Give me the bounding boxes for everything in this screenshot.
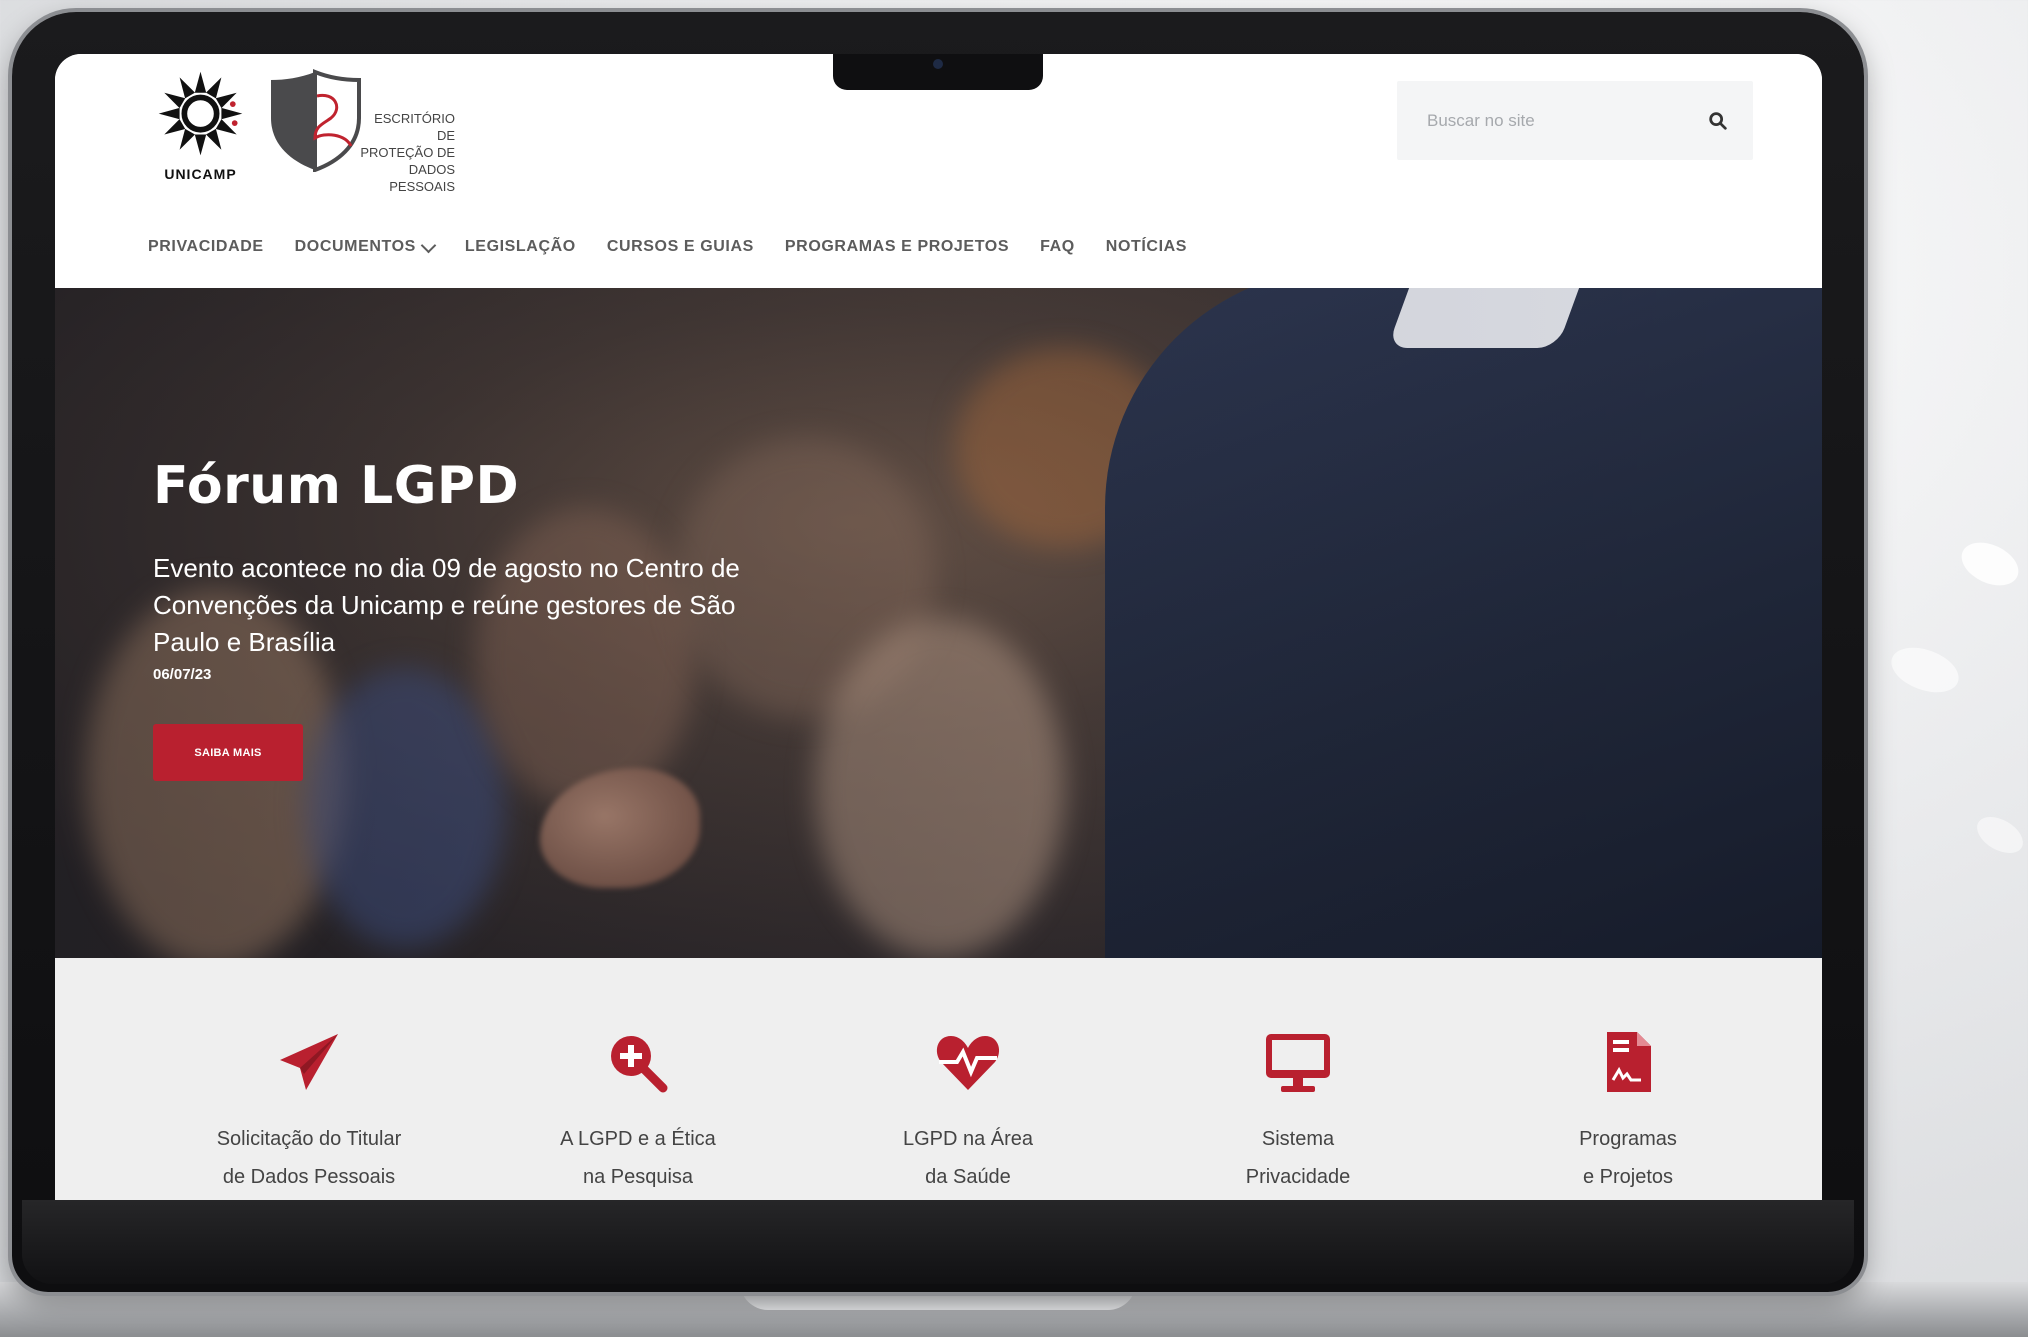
quick-link-line: Solicitação do Titular (216, 1128, 402, 1150)
unicamp-logo-text: UNICAMP (164, 166, 237, 182)
quick-link-label: Sistema Privacidade (1168, 1120, 1428, 1196)
hero-banner: Fórum LGPD Evento acontece no dia 09 de … (55, 288, 1822, 958)
quick-link-label: A LGPD e a Ética na Pesquisa (508, 1120, 768, 1196)
nav-item-documentos[interactable]: DOCUMENTOS (294, 237, 437, 256)
background-decoration (1970, 809, 2028, 861)
quick-link-line: Sistema (1261, 1128, 1335, 1150)
quick-link-line: da Saúde (925, 1166, 1011, 1188)
nav-item-faq[interactable]: FAQ (1040, 238, 1075, 256)
saiba-mais-button[interactable]: SAIBA MAIS (153, 724, 303, 781)
quick-link-lgpd-saude[interactable]: LGPD na Área da Saúde (838, 1028, 1098, 1196)
quick-link-label: Programas e Projetos (1498, 1120, 1758, 1196)
nav-item-label: FAQ (1040, 238, 1075, 255)
hero-title: Fórum LGPD (153, 456, 520, 516)
epdp-logo-line: PROTEÇÃO DE (360, 145, 455, 160)
nav-item-label: NOTÍCIAS (1105, 238, 1188, 255)
hero-date: 06/07/23 (153, 666, 212, 683)
quick-link-label: LGPD na Área da Saúde (838, 1120, 1098, 1196)
quick-link-solicitacao-titular[interactable]: Solicitação do Titular de Dados Pessoais (179, 1028, 439, 1196)
quick-link-line: Programas (1579, 1128, 1677, 1150)
nav-item-noticias[interactable]: NOTÍCIAS (1106, 238, 1187, 256)
nav-item-cursos-e-guias[interactable]: CURSOS E GUIAS (607, 238, 754, 256)
document-signature-icon (1607, 1032, 1651, 1092)
nav-item-label: CURSOS E GUIAS (606, 238, 754, 255)
nav-item-legislacao[interactable]: LEGISLAÇÃO (465, 238, 576, 256)
quick-link-line: Privacidade (1245, 1166, 1351, 1188)
quick-link-programas-projetos[interactable]: Programas e Projetos (1498, 1028, 1758, 1196)
chevron-down-icon (420, 237, 437, 253)
epdp-logo-text: ESCRITÓRIO DE PROTEÇÃO DE DADOS PESSOAIS (355, 110, 455, 195)
quick-link-line: A LGPD e a Ética (560, 1128, 716, 1150)
unicamp-logo[interactable]: UNICAMP (153, 68, 248, 182)
nav-item-label: PROGRAMAS E PROJETOS (784, 238, 1010, 255)
quick-link-line: de Dados Pessoais (222, 1166, 396, 1188)
shield-icon (271, 69, 361, 172)
background-decoration (1954, 534, 2026, 594)
laptop-screen: UNICAMP ESCRITÓRIO DE PROTEÇÃO DE DADOS … (55, 54, 1822, 1200)
hero-description: Evento acontece no dia 09 de agosto no C… (153, 553, 740, 657)
nav-item-label: DOCUMENTOS (294, 238, 416, 255)
nav-item-label: LEGISLAÇÃO (464, 238, 576, 255)
nav-item-programas-e-projetos[interactable]: PROGRAMAS E PROJETOS (785, 238, 1009, 256)
unicamp-emblem-icon (158, 71, 243, 156)
epdp-logo-line: DADOS PESSOAIS (389, 162, 455, 194)
search-input[interactable] (1425, 105, 1689, 137)
quick-link-lgpd-etica[interactable]: A LGPD e a Ética na Pesquisa (508, 1028, 768, 1196)
laptop-bottom-bezel (22, 1200, 1854, 1284)
epdp-logo-line: ESCRITÓRIO DE (374, 111, 455, 143)
quick-link-line: e Projetos (1582, 1166, 1674, 1188)
nav-item-privacidade[interactable]: PRIVACIDADE (148, 238, 264, 256)
quick-links: Solicitação do Titular de Dados Pessoais… (55, 958, 1822, 1200)
search-icon[interactable] (1707, 110, 1729, 132)
monitor-icon (1266, 1034, 1330, 1092)
paper-plane-icon (280, 1034, 338, 1090)
main-nav: PRIVACIDADE DOCUMENTOS LEGISLAÇÃO CURSOS… (148, 232, 1218, 262)
camera-notch (833, 54, 1043, 90)
background-decoration (1885, 639, 1965, 701)
nav-item-label: PRIVACIDADE (148, 238, 264, 255)
camera-icon (933, 59, 943, 69)
quick-link-sistema-privacidade[interactable]: Sistema Privacidade (1168, 1028, 1428, 1196)
quick-link-line: na Pesquisa (582, 1166, 694, 1188)
quick-link-label: Solicitação do Titular de Dados Pessoais (179, 1120, 439, 1196)
heartbeat-icon (936, 1036, 1000, 1090)
quick-link-line: LGPD na Área (902, 1128, 1034, 1150)
search-box (1397, 81, 1753, 160)
zoom-plus-icon (611, 1036, 668, 1093)
